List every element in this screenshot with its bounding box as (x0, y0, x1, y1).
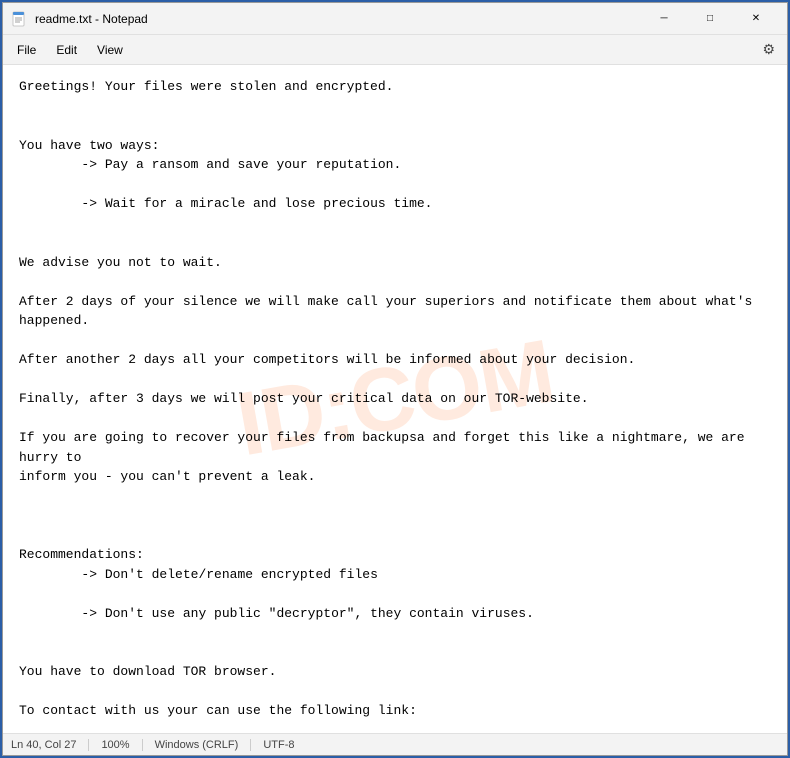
app-icon (11, 11, 27, 27)
maximize-button[interactable]: □ (687, 3, 733, 35)
text-editor-area[interactable]: ID:COM Greetings! Your files were stolen… (3, 65, 787, 733)
zoom-level: 100% (89, 739, 142, 751)
statusbar: Ln 40, Col 27 100% Windows (CRLF) UTF-8 (3, 733, 787, 755)
menubar: File Edit View ⚙ (3, 35, 787, 65)
close-button[interactable]: ✕ (733, 3, 779, 35)
encoding: UTF-8 (251, 739, 306, 751)
cursor-position: Ln 40, Col 27 (11, 739, 89, 751)
minimize-button[interactable]: ─ (641, 3, 687, 35)
menu-file[interactable]: File (7, 39, 46, 61)
titlebar: readme.txt - Notepad ─ □ ✕ (3, 3, 787, 35)
window-title: readme.txt - Notepad (35, 12, 641, 26)
text-content[interactable]: Greetings! Your files were stolen and en… (19, 77, 771, 733)
menu-view[interactable]: View (87, 39, 133, 61)
menu-edit[interactable]: Edit (46, 39, 87, 61)
window-controls: ─ □ ✕ (641, 3, 779, 35)
notepad-window: readme.txt - Notepad ─ □ ✕ File Edit Vie… (2, 2, 788, 756)
line-ending: Windows (CRLF) (143, 739, 252, 751)
settings-icon[interactable]: ⚙ (754, 37, 783, 62)
